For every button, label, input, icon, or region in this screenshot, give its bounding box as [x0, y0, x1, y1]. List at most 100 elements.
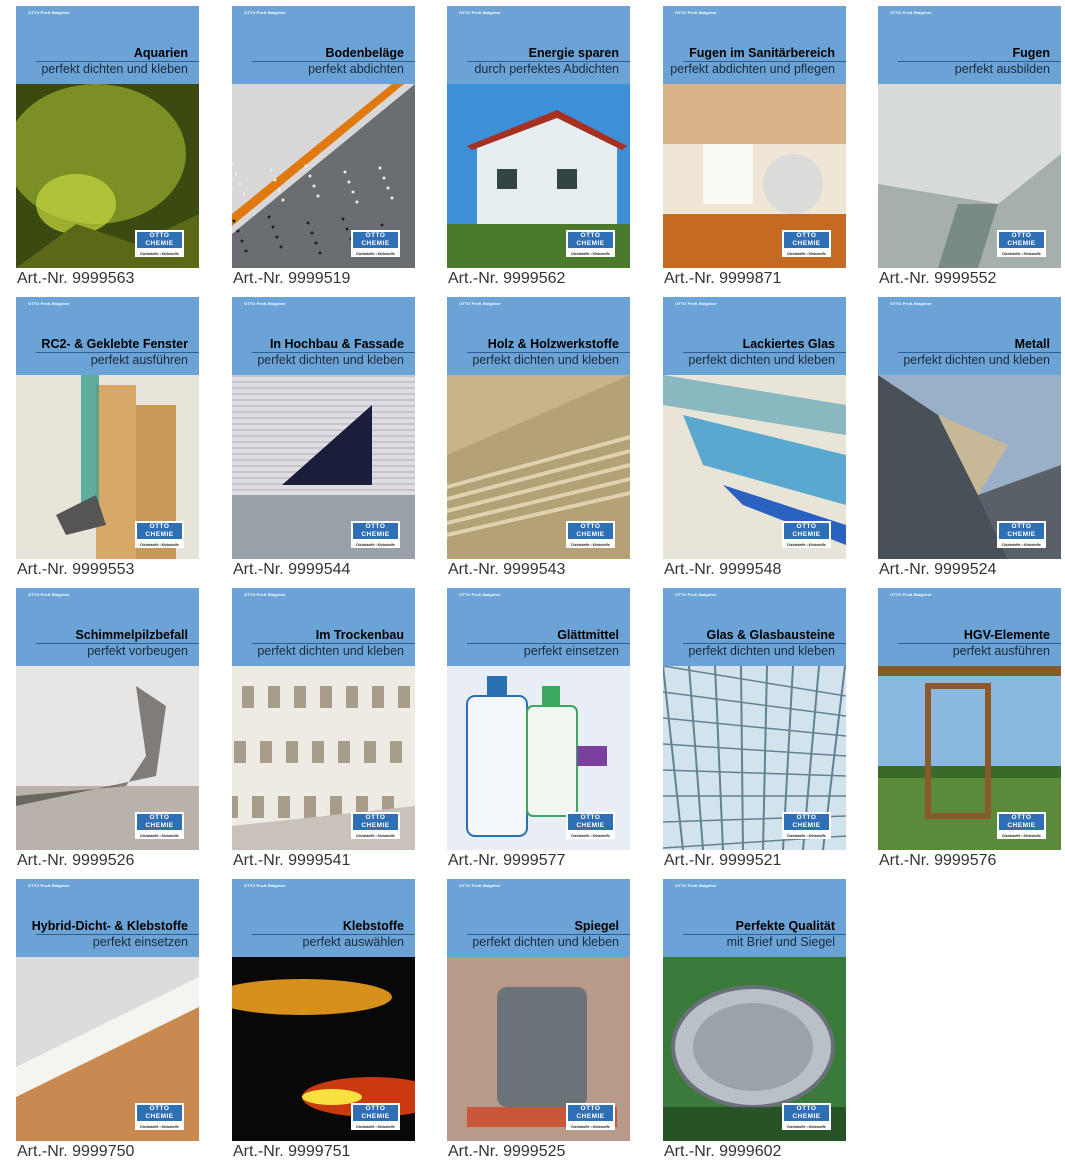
- series-label: OTTO Profi-Ratgeber: [244, 301, 286, 306]
- brochure-subtitle: perfekt dichten und kleben: [688, 644, 835, 658]
- brochure-cover[interactable]: OTTO Profi-Ratgeber Metall perfekt dichten…: [878, 297, 1061, 559]
- brochure-card[interactable]: OTTO Profi-Ratgeber Energie sparen durch p…: [447, 6, 630, 296]
- brochure-card[interactable]: OTTO Profi-Ratgeber Fugen perfekt ausbilde…: [878, 6, 1061, 296]
- brochure-subtitle: perfekt dichten und kleben: [41, 62, 188, 76]
- brochure-title: Hybrid-Dicht- & Klebstoffe: [31, 919, 188, 933]
- brochure-title: Schimmelpilzbefall: [75, 628, 188, 642]
- brochure-card[interactable]: OTTO Profi-Ratgeber Metall perfekt dichten…: [878, 297, 1061, 587]
- logo-otto: OTTO: [149, 814, 170, 821]
- otto-chemie-logo: OTTO CHEMIE Dichtstoffe • Klebstoffe: [782, 1103, 831, 1130]
- otto-chemie-logo: OTTO CHEMIE Dichtstoffe • Klebstoffe: [782, 230, 831, 257]
- logo-wordmark: OTTO CHEMIE: [353, 232, 398, 248]
- brochure-card[interactable]: OTTO Profi-Ratgeber Glättmittel perfekt ei…: [447, 588, 630, 878]
- logo-tagline: Dichtstoffe • Klebstoffe: [140, 834, 179, 838]
- brochure-title: Spiegel: [574, 919, 619, 933]
- article-number: Art.-Nr. 9999552: [879, 270, 997, 287]
- series-label: OTTO Profi-Ratgeber: [244, 592, 286, 597]
- logo-otto: OTTO: [365, 523, 386, 530]
- series-label: OTTO Profi-Ratgeber: [28, 883, 70, 888]
- series-label: OTTO Profi-Ratgeber: [675, 592, 717, 597]
- otto-chemie-logo: OTTO CHEMIE Dichtstoffe • Klebstoffe: [566, 1103, 615, 1130]
- otto-chemie-logo: OTTO CHEMIE Dichtstoffe • Klebstoffe: [135, 521, 184, 548]
- brochure-card[interactable]: OTTO Profi-Ratgeber Aquarien perfekt dicht…: [16, 6, 199, 296]
- logo-chemie: CHEMIE: [792, 1113, 821, 1120]
- brochure-card[interactable]: OTTO Profi-Ratgeber In Hochbau & Fassade p…: [232, 297, 415, 587]
- logo-chemie: CHEMIE: [145, 240, 174, 247]
- brochure-cover[interactable]: OTTO Profi-Ratgeber Im Trockenbau perfekt …: [232, 588, 415, 850]
- otto-chemie-logo: OTTO CHEMIE Dichtstoffe • Klebstoffe: [782, 521, 831, 548]
- brochure-cover[interactable]: OTTO Profi-Ratgeber In Hochbau & Fassade p…: [232, 297, 415, 559]
- otto-chemie-logo: OTTO CHEMIE Dichtstoffe • Klebstoffe: [135, 812, 184, 839]
- brochure-card[interactable]: OTTO Profi-Ratgeber Im Trockenbau perfekt …: [232, 588, 415, 878]
- brochure-card[interactable]: OTTO Profi-Ratgeber Spiegel perfekt dichte…: [447, 879, 630, 1169]
- series-label: OTTO Profi-Ratgeber: [890, 10, 932, 15]
- brochure-title: Metall: [1014, 337, 1050, 351]
- logo-wordmark: OTTO CHEMIE: [137, 814, 182, 830]
- article-number: Art.-Nr. 9999562: [448, 270, 566, 287]
- brochure-cover[interactable]: OTTO Profi-Ratgeber Spiegel perfekt dichte…: [447, 879, 630, 1141]
- brochure-cover[interactable]: OTTO Profi-Ratgeber Aquarien perfekt dicht…: [16, 6, 199, 268]
- article-number: Art.-Nr. 9999576: [879, 852, 997, 869]
- logo-tagline: Dichtstoffe • Klebstoffe: [1002, 834, 1041, 838]
- brochure-cover[interactable]: OTTO Profi-Ratgeber Glas & Glasbausteine p…: [663, 588, 846, 850]
- logo-tagline: Dichtstoffe • Klebstoffe: [787, 543, 826, 547]
- article-number: Art.-Nr. 9999563: [17, 270, 135, 287]
- article-number: Art.-Nr. 9999543: [448, 561, 566, 578]
- series-label: OTTO Profi-Ratgeber: [459, 883, 501, 888]
- otto-chemie-logo: OTTO CHEMIE Dichtstoffe • Klebstoffe: [997, 230, 1046, 257]
- otto-chemie-logo: OTTO CHEMIE Dichtstoffe • Klebstoffe: [782, 812, 831, 839]
- otto-chemie-logo: OTTO CHEMIE Dichtstoffe • Klebstoffe: [135, 230, 184, 257]
- logo-otto: OTTO: [149, 1105, 170, 1112]
- article-number: Art.-Nr. 9999750: [17, 1143, 135, 1160]
- article-number: Art.-Nr. 9999521: [664, 852, 782, 869]
- brochure-cover[interactable]: OTTO Profi-Ratgeber Bodenbeläge perfekt ab…: [232, 6, 415, 268]
- brochure-title: Perfekte Qualität: [735, 919, 835, 933]
- brochure-card[interactable]: OTTO Profi-Ratgeber Klebstoffe perfekt aus…: [232, 879, 415, 1169]
- series-label: OTTO Profi-Ratgeber: [675, 301, 717, 306]
- brochure-cover[interactable]: OTTO Profi-Ratgeber Lackiertes Glas perfek…: [663, 297, 846, 559]
- article-number: Art.-Nr. 9999525: [448, 1143, 566, 1160]
- brochure-title: Lackiertes Glas: [742, 337, 835, 351]
- brochure-card[interactable]: OTTO Profi-Ratgeber HGV-Elemente perfekt a…: [878, 588, 1061, 878]
- logo-wordmark: OTTO CHEMIE: [137, 523, 182, 539]
- brochure-cover[interactable]: OTTO Profi-Ratgeber HGV-Elemente perfekt a…: [878, 588, 1061, 850]
- brochure-subtitle: perfekt ausführen: [952, 644, 1050, 658]
- series-label: OTTO Profi-Ratgeber: [459, 301, 501, 306]
- logo-tagline: Dichtstoffe • Klebstoffe: [787, 834, 826, 838]
- brochure-cover[interactable]: OTTO Profi-Ratgeber RC2- & Geklebte Fenst…: [16, 297, 199, 559]
- brochure-cover[interactable]: OTTO Profi-Ratgeber Glättmittel perfekt ei…: [447, 588, 630, 850]
- brochure-cover[interactable]: OTTO Profi-Ratgeber Fugen im Sanitärberei…: [663, 6, 846, 268]
- logo-wordmark: OTTO CHEMIE: [784, 1105, 829, 1121]
- brochure-card[interactable]: OTTO Profi-Ratgeber Lackiertes Glas perfek…: [663, 297, 846, 587]
- brochure-card[interactable]: OTTO Profi-Ratgeber RC2- & Geklebte Fenst…: [16, 297, 199, 587]
- logo-chemie: CHEMIE: [576, 822, 605, 829]
- brochure-cover[interactable]: OTTO Profi-Ratgeber Schimmelpilzbefall per…: [16, 588, 199, 850]
- brochure-subtitle: mit Brief und Siegel: [726, 935, 835, 949]
- otto-chemie-logo: OTTO CHEMIE Dichtstoffe • Klebstoffe: [351, 1103, 400, 1130]
- logo-chemie: CHEMIE: [145, 531, 174, 538]
- brochure-cover[interactable]: OTTO Profi-Ratgeber Hybrid-Dicht- & Klebs…: [16, 879, 199, 1141]
- brochure-cover[interactable]: OTTO Profi-Ratgeber Energie sparen durch p…: [447, 6, 630, 268]
- brochure-cover[interactable]: OTTO Profi-Ratgeber Perfekte Qualität mit …: [663, 879, 846, 1141]
- brochure-card[interactable]: OTTO Profi-Ratgeber Holz & Holzwerkstoffe…: [447, 297, 630, 587]
- logo-otto: OTTO: [365, 232, 386, 239]
- brochure-card[interactable]: OTTO Profi-Ratgeber Glas & Glasbausteine p…: [663, 588, 846, 878]
- brochure-card[interactable]: OTTO Profi-Ratgeber Hybrid-Dicht- & Klebs…: [16, 879, 199, 1169]
- brochure-card[interactable]: OTTO Profi-Ratgeber Perfekte Qualität mit …: [663, 879, 846, 1169]
- brochure-title: Fugen: [1012, 46, 1051, 60]
- brochure-card[interactable]: OTTO Profi-Ratgeber Fugen im Sanitärberei…: [663, 6, 846, 296]
- logo-wordmark: OTTO CHEMIE: [568, 232, 613, 248]
- brochure-cover[interactable]: OTTO Profi-Ratgeber Fugen perfekt ausbilde…: [878, 6, 1061, 268]
- brochure-card[interactable]: OTTO Profi-Ratgeber Schimmelpilzbefall per…: [16, 588, 199, 878]
- logo-otto: OTTO: [796, 523, 817, 530]
- logo-tagline: Dichtstoffe • Klebstoffe: [356, 1125, 395, 1129]
- logo-chemie: CHEMIE: [1007, 531, 1036, 538]
- article-number: Art.-Nr. 9999553: [17, 561, 135, 578]
- logo-chemie: CHEMIE: [792, 531, 821, 538]
- brochure-subtitle: perfekt auswählen: [302, 935, 404, 949]
- logo-otto: OTTO: [580, 523, 601, 530]
- brochure-cover[interactable]: OTTO Profi-Ratgeber Klebstoffe perfekt aus…: [232, 879, 415, 1141]
- brochure-card[interactable]: OTTO Profi-Ratgeber Bodenbeläge perfekt ab…: [232, 6, 415, 296]
- brochure-cover[interactable]: OTTO Profi-Ratgeber Holz & Holzwerkstoffe…: [447, 297, 630, 559]
- logo-tagline: Dichtstoffe • Klebstoffe: [356, 834, 395, 838]
